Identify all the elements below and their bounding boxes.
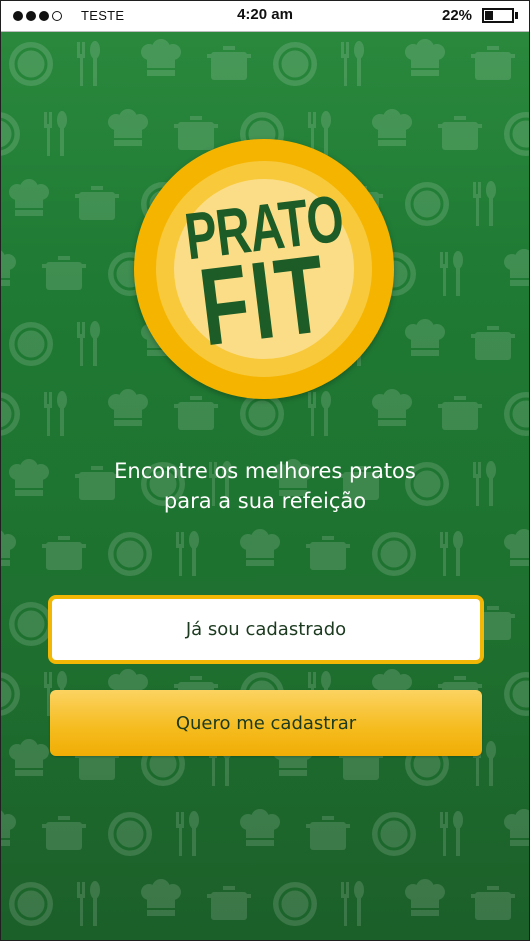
battery-icon [482, 8, 514, 23]
tagline: Encontre os melhores pratos para a sua r… [1, 456, 529, 516]
battery-tip [515, 12, 518, 19]
status-bar: TESTE 4:20 am 22% [1, 1, 529, 32]
prato-fit-logo: PRATO FIT [134, 139, 394, 399]
tagline-line-2: para a sua refeição [163, 489, 367, 513]
login-button[interactable]: Já sou cadastrado [48, 595, 484, 664]
logo-text-fit: FIT [193, 231, 335, 370]
tagline-line-1: Encontre os melhores pratos [114, 459, 416, 483]
battery-percent: 22% [442, 7, 473, 24]
app-screen: TESTE 4:20 am 22% PRATO FIT Encontre os … [0, 0, 530, 941]
register-button[interactable]: Quero me cadastrar [50, 690, 482, 756]
